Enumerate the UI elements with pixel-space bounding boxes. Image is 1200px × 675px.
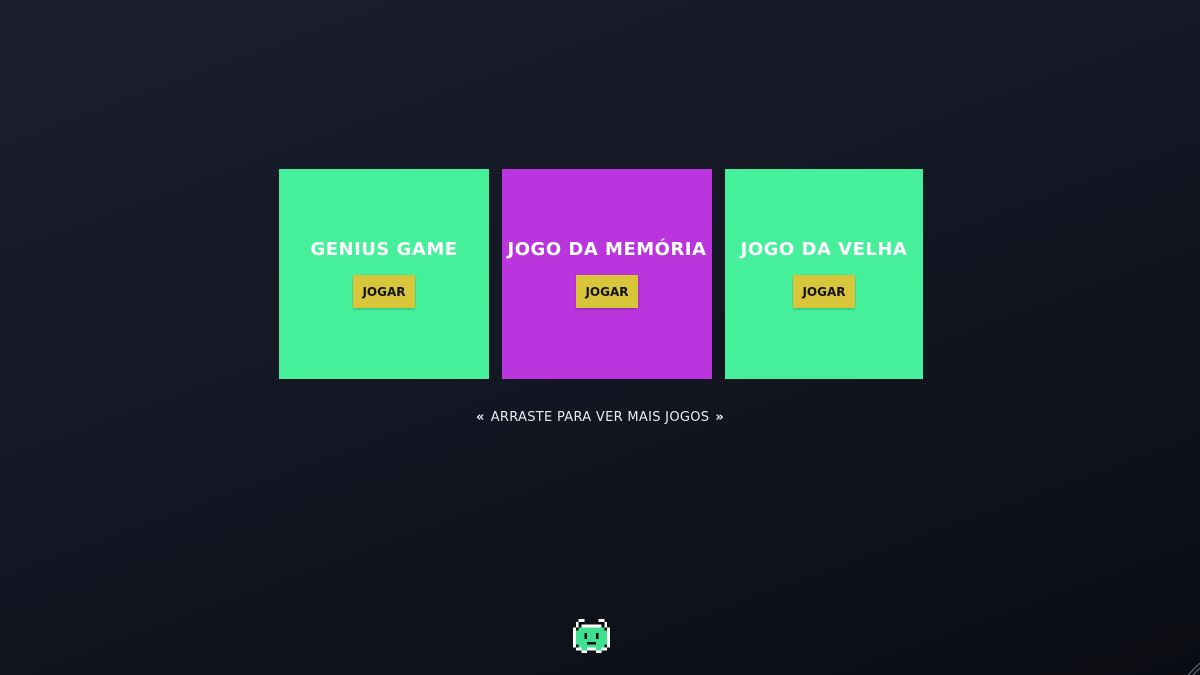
game-card-genius[interactable]: GENIUS GAME JOGAR [279, 169, 489, 379]
game-title: JOGO DA MEMÓRIA [507, 239, 707, 260]
space-invader-icon [573, 619, 610, 654]
play-button-velha[interactable]: JOGAR [793, 275, 855, 308]
play-button-memoria[interactable]: JOGAR [576, 275, 638, 308]
games-carousel[interactable]: GENIUS GAME JOGAR JOGO DA MEMÓRIA JOGAR … [279, 169, 923, 379]
page: { "games": [ {"title": "GENIUS GAME", "b… [0, 0, 1200, 675]
double-chevron-right-icon: » [715, 410, 725, 425]
game-card-memoria[interactable]: JOGO DA MEMÓRIA JOGAR [502, 169, 712, 379]
game-card-velha[interactable]: JOGO DA VELHA JOGAR [725, 169, 923, 379]
game-title: JOGO DA VELHA [740, 239, 908, 260]
game-title: GENIUS GAME [310, 239, 458, 260]
resize-grip-icon [1187, 662, 1200, 675]
swipe-hint: « ARRASTE PARA VER MAIS JOGOS » [0, 410, 1200, 425]
swipe-hint-text: ARRASTE PARA VER MAIS JOGOS [490, 410, 710, 425]
double-chevron-left-icon: « [475, 410, 485, 425]
play-button-genius[interactable]: JOGAR [353, 275, 415, 308]
